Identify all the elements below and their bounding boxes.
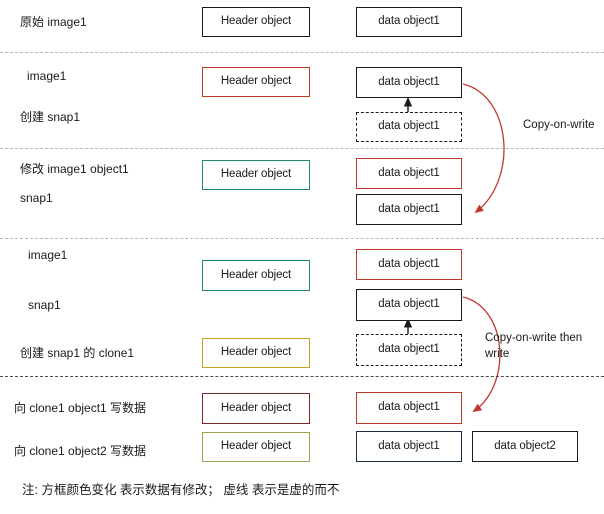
box-data-object1-image1-s2: data object1 xyxy=(356,67,462,98)
box-data-object1-clone1-virtual: data object1 xyxy=(356,334,462,366)
row-label-write-clone1-object1: 向 clone1 object1 写数据 xyxy=(14,401,147,415)
row-label-create-snap1: 创建 snap1 xyxy=(20,110,81,124)
row-label-modify-image1-object1: 修改 image1 object1 xyxy=(20,162,129,176)
row-label-original: 原始 image1 xyxy=(20,15,87,29)
box-data-object1-clone1-written: data object1 xyxy=(356,392,462,424)
annotation-copy-on-write-2-line2: write xyxy=(485,348,510,360)
diagram-footnote: 注: 方框颜色变化 表示数据有修改； 虚线 表示是虚的而不 xyxy=(22,483,340,497)
annotation-copy-on-write-1: Copy-on-write xyxy=(523,119,595,131)
box-data-object1-original: data object1 xyxy=(356,7,462,37)
box-data-object1-snap1-s4: data object1 xyxy=(356,289,462,321)
box-header-object-image1-s4: Header object xyxy=(202,260,310,291)
box-data-object1-snap1-virtual: data object1 xyxy=(356,112,462,142)
row-label-create-clone1: 创建 snap1 的 clone1 xyxy=(20,346,135,360)
box-header-object-clone1-written-2: Header object xyxy=(202,432,310,462)
box-data-object1-modified-s3: data object1 xyxy=(356,158,462,189)
box-data-object1-snap1-s3: data object1 xyxy=(356,194,462,225)
copy-on-write-diagram: 原始 image1 Header object data object1 ima… xyxy=(0,0,604,514)
box-header-object-image1-s2: Header object xyxy=(202,67,310,97)
row-label-snap1-s3: snap1 xyxy=(20,191,53,205)
box-header-object-original: Header object xyxy=(202,7,310,37)
box-data-object1-clone1-final: data object1 xyxy=(356,431,462,462)
section-separator-3 xyxy=(0,238,604,239)
row-label-image1-s4: image1 xyxy=(28,248,68,262)
annotation-copy-on-write-2-line1: Copy-on-write then xyxy=(485,332,583,344)
section-separator-1 xyxy=(0,52,604,53)
row-label-snap1-s4: snap1 xyxy=(28,298,61,312)
box-data-object2-clone1-new: data object2 xyxy=(472,431,578,462)
section-separator-4 xyxy=(0,376,604,377)
row-label-write-clone1-object2: 向 clone1 object2 写数据 xyxy=(14,444,147,458)
box-header-object-clone1: Header object xyxy=(202,338,310,368)
section-separator-2 xyxy=(0,148,604,149)
box-header-object-modified-s3: Header object xyxy=(202,160,310,190)
box-header-object-clone1-written: Header object xyxy=(202,393,310,424)
box-data-object1-image1-s4: data object1 xyxy=(356,249,462,280)
row-label-image1-s2: image1 xyxy=(27,69,67,83)
